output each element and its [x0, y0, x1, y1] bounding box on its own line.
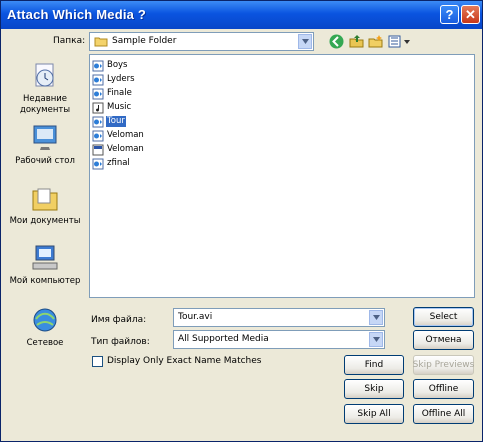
filename-value: Tour.avi [178, 312, 213, 322]
place-label: Мои документы [9, 216, 81, 226]
up-folder-icon[interactable] [348, 33, 365, 50]
filetype-value: All Supported Media [178, 334, 269, 344]
media-file-icon [92, 144, 104, 156]
skip-previews-button[interactable]: Skip Previews [413, 355, 474, 375]
help-button[interactable]: ? [440, 5, 459, 24]
window-title: Attach Which Media ? [7, 7, 147, 22]
file-name: Boys [107, 60, 128, 70]
place-my-documents[interactable]: Мои документы [8, 183, 82, 227]
chevron-down-icon[interactable] [369, 310, 383, 325]
place-network[interactable]: Сетевое [8, 305, 82, 349]
my-computer-icon [28, 243, 62, 274]
place-label: Мой компьютер [9, 276, 81, 286]
video-file-icon [92, 130, 104, 142]
skip-all-button[interactable]: Skip All [344, 404, 404, 424]
list-item[interactable]: zfinal [92, 157, 131, 170]
list-item[interactable]: Lyders [92, 73, 136, 86]
list-item[interactable]: Veloman [92, 143, 145, 156]
list-item[interactable]: Boys [92, 59, 129, 72]
desktop-icon [28, 123, 62, 154]
exact-match-label: Display Only Exact Name Matches [107, 356, 262, 366]
chevron-down-icon[interactable] [298, 34, 312, 49]
filetype-dropdown[interactable]: All Supported Media [173, 330, 385, 349]
place-recent[interactable]: Недавние документы [8, 61, 82, 116]
lookin-label: Папка: [53, 36, 86, 46]
recent-documents-icon [28, 61, 62, 92]
place-label: Сетевое [26, 338, 64, 348]
list-item[interactable]: Veloman [92, 129, 145, 142]
video-file-icon [92, 116, 104, 128]
close-button[interactable]: ✕ [461, 5, 480, 24]
filename-input[interactable]: Tour.avi [173, 308, 385, 327]
file-name: Tour [106, 116, 126, 127]
list-item[interactable]: Music [92, 101, 132, 114]
title-bar[interactable]: Attach Which Media ? ? ✕ [1, 1, 482, 29]
list-item[interactable]: Finale [92, 87, 133, 100]
find-button[interactable]: Find [344, 355, 404, 375]
cancel-button[interactable]: Отмена [413, 330, 474, 350]
file-name: Veloman [107, 130, 144, 140]
place-my-computer[interactable]: Мой компьютер [8, 243, 82, 287]
audio-file-icon [92, 102, 104, 114]
file-name: Lyders [107, 74, 135, 84]
my-documents-icon [28, 183, 62, 214]
offline-all-button[interactable]: Offline All [413, 404, 474, 424]
file-name: Veloman [107, 144, 144, 154]
folder-icon [94, 36, 108, 48]
filename-label: Имя файла: [91, 315, 147, 325]
file-name: Finale [107, 88, 132, 98]
file-name: zfinal [107, 158, 130, 168]
exact-match-checkbox[interactable] [92, 356, 103, 367]
filetype-label: Тип файлов: [91, 337, 150, 347]
skip-button[interactable]: Skip [344, 379, 404, 399]
back-icon[interactable] [328, 33, 345, 50]
view-menu-icon[interactable] [387, 33, 413, 50]
place-label: Рабочий стол [15, 156, 75, 166]
attach-media-dialog: Attach Which Media ? ? ✕ Папка: Sample F… [0, 0, 483, 442]
video-file-icon [92, 88, 104, 100]
places-bar: Недавние документы Рабочий стол Мои доку… [8, 53, 82, 354]
network-icon [28, 305, 62, 336]
chevron-down-icon[interactable] [369, 332, 383, 347]
video-file-icon [92, 60, 104, 72]
file-name: Music [107, 102, 132, 112]
place-desktop[interactable]: Рабочий стол [8, 123, 82, 167]
file-list[interactable]: Boys Lyders Finale Music Tour Veloman Ve… [89, 54, 475, 298]
list-item-selected[interactable]: Tour [92, 115, 126, 128]
lookin-value: Sample Folder [112, 36, 177, 46]
video-file-icon [92, 74, 104, 86]
select-button[interactable]: Select [413, 307, 474, 327]
offline-button[interactable]: Offline [413, 379, 474, 399]
place-label: Недавние документы [19, 94, 71, 115]
lookin-dropdown[interactable]: Sample Folder [89, 32, 314, 51]
new-folder-icon[interactable] [367, 33, 384, 50]
video-file-icon [92, 158, 104, 170]
